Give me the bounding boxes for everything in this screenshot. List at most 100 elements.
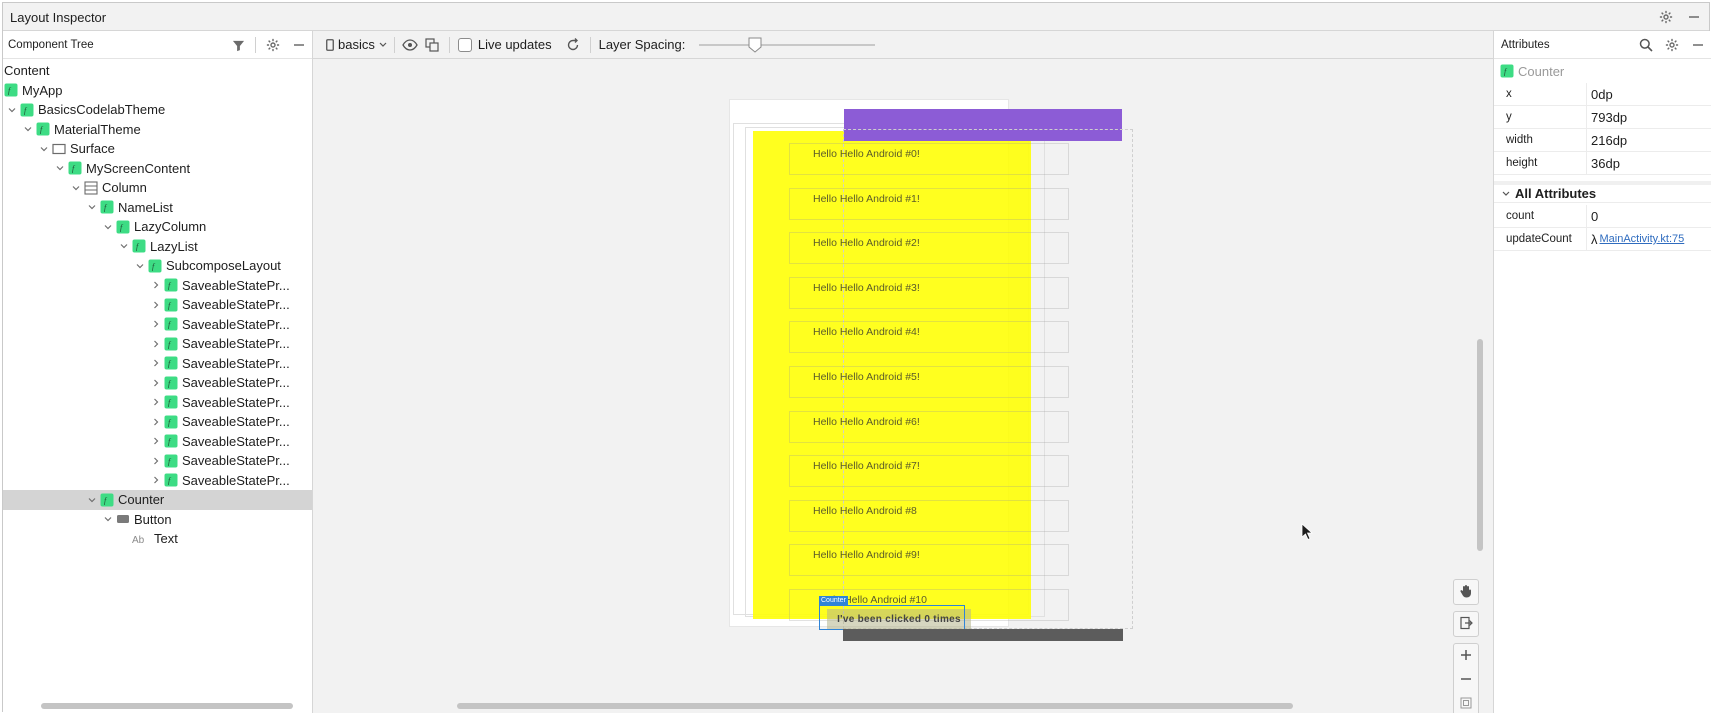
canvas-vertical-scrollbar[interactable] (1477, 339, 1483, 551)
all-attributes-table: count 0 updateCount λ MainActivity.kt:75 (1494, 205, 1711, 251)
source-link[interactable]: MainActivity.kt:75 (1600, 233, 1685, 245)
tree-horizontal-scrollbar[interactable] (41, 703, 293, 709)
tree-node[interactable]: Surface (3, 139, 312, 159)
attr-value: 216dp (1586, 129, 1711, 151)
tree-node[interactable]: f SaveableStatePr... (3, 412, 312, 432)
chevron-right-icon[interactable] (148, 336, 164, 352)
tree-node[interactable]: f SaveableStatePr... (3, 354, 312, 374)
zoom-in-button[interactable] (1454, 644, 1478, 668)
slider-track (699, 43, 876, 46)
tree-node[interactable]: f SaveableStatePr... (3, 295, 312, 315)
device-label: basics (338, 37, 375, 52)
live-updates-checkbox[interactable] (457, 37, 472, 52)
tree-node[interactable]: f SaveableStatePr... (3, 334, 312, 354)
chevron-right-icon[interactable] (148, 375, 164, 391)
chevron-down-icon[interactable] (132, 258, 148, 274)
zoom-out-button[interactable] (1454, 668, 1478, 692)
attributes-panel: Attributes f Counter x 0dp y 793dp width 216d… (1493, 31, 1711, 713)
chevron-down-icon[interactable] (84, 199, 100, 215)
bottom-bar-layer (843, 629, 1123, 641)
tree-node[interactable]: Ab Text (3, 529, 312, 549)
chevron-down-icon[interactable] (52, 160, 68, 176)
attr-row-width[interactable]: width 216dp (1494, 129, 1711, 152)
window-title: Layout Inspector (10, 10, 107, 25)
compose-function-icon: f (116, 220, 130, 234)
attr-row-x[interactable]: x 0dp (1494, 83, 1711, 106)
tree-node[interactable]: f NameList (3, 198, 312, 218)
tree-root[interactable]: Content (3, 61, 312, 81)
export-button[interactable] (1453, 611, 1479, 637)
chevron-down-icon[interactable] (100, 511, 116, 527)
chevron-right-icon[interactable] (148, 472, 164, 488)
list-item-text: Hello Hello Android #9! (813, 549, 920, 562)
attr-row-update-count[interactable]: updateCount λ MainActivity.kt:75 (1494, 228, 1711, 251)
slider-thumb[interactable] (748, 37, 762, 53)
zoom-to-fit-button[interactable] (1454, 692, 1478, 713)
tree-node[interactable]: f SaveableStatePr... (3, 315, 312, 335)
tree-node[interactable]: f SubcomposeLayout (3, 256, 312, 276)
all-attributes-header[interactable]: All Attributes (1494, 181, 1711, 203)
minimize-icon[interactable] (1685, 8, 1703, 26)
component-tree-panel: Component Tree Content f MyApp f BasicsCode… (3, 31, 313, 713)
eye-icon[interactable] (401, 36, 419, 54)
tree-node[interactable]: f SaveableStatePr... (3, 471, 312, 491)
chevron-right-icon[interactable] (148, 394, 164, 410)
tree-node[interactable]: f LazyColumn (3, 217, 312, 237)
live-updates-label[interactable]: Live updates (478, 37, 552, 52)
canvas-horizontal-scrollbar[interactable] (457, 703, 1293, 709)
chevron-right-icon[interactable] (148, 414, 164, 430)
gear-icon[interactable] (1663, 36, 1681, 54)
chevron-down-icon[interactable] (116, 238, 132, 254)
chevron-down-icon[interactable] (20, 121, 36, 137)
canvas-toolbar: basics Live updates Layer Spacing: (313, 31, 1493, 59)
tree-node[interactable]: f SaveableStatePr... (3, 393, 312, 413)
chevron-right-icon[interactable] (148, 453, 164, 469)
tree-node[interactable]: Button (3, 510, 312, 530)
device-canvas[interactable]: Hello Hello Android #0! Hello Hello Andro… (313, 59, 1493, 713)
tree-node[interactable]: f SaveableStatePr... (3, 373, 312, 393)
chevron-right-icon[interactable] (148, 297, 164, 313)
tree-node-label: SaveableStatePr... (182, 414, 290, 430)
filter-icon[interactable] (229, 36, 247, 54)
minimize-icon[interactable] (1689, 36, 1707, 54)
tree-node[interactable]: f SaveableStatePr... (3, 432, 312, 452)
chevron-right-icon[interactable] (148, 355, 164, 371)
chevron-down-icon[interactable] (68, 180, 84, 196)
search-icon[interactable] (1637, 36, 1655, 54)
surface-icon (52, 142, 66, 156)
tree-node[interactable]: f LazyList (3, 237, 312, 257)
pan-hand-button[interactable] (1453, 579, 1479, 605)
tree-node[interactable]: f Counter (3, 490, 312, 510)
attr-row-y[interactable]: y 793dp (1494, 106, 1711, 129)
tree-node[interactable]: f MyApp (3, 81, 312, 101)
attr-row-height[interactable]: height 36dp (1494, 152, 1711, 175)
tree-node[interactable]: f MyScreenContent (3, 159, 312, 179)
layer-spacing-label: Layer Spacing: (598, 37, 686, 52)
attr-value: 0 (1586, 205, 1711, 227)
tree-node-label: NameList (118, 199, 173, 215)
counter-selection-box[interactable] (819, 605, 965, 630)
tree-node[interactable]: f BasicsCodelabTheme (3, 100, 312, 120)
chevron-down-icon[interactable] (84, 492, 100, 508)
gear-icon[interactable] (1657, 8, 1675, 26)
layer-spacing-slider[interactable] (699, 37, 876, 53)
chevron-down-icon[interactable] (36, 141, 52, 157)
tree-node[interactable]: f SaveableStatePr... (3, 451, 312, 471)
chevron-right-icon[interactable] (148, 316, 164, 332)
attr-row-count[interactable]: count 0 (1494, 205, 1711, 228)
tree-node-label: Counter (118, 492, 165, 508)
chevron-right-icon[interactable] (148, 277, 164, 293)
attributes-header: Attributes (1494, 31, 1711, 59)
chevron-down-icon[interactable] (4, 102, 20, 118)
chevron-down-icon[interactable] (100, 219, 116, 235)
layers-icon[interactable] (423, 36, 441, 54)
tree-node-label: SaveableStatePr... (182, 316, 290, 332)
minimize-icon[interactable] (290, 36, 308, 54)
tree-node[interactable]: Column (3, 178, 312, 198)
device-selector[interactable]: basics (325, 36, 388, 54)
chevron-right-icon[interactable] (148, 433, 164, 449)
gear-icon[interactable] (264, 36, 282, 54)
tree-node[interactable]: f MaterialTheme (3, 120, 312, 140)
tree-node[interactable]: f SaveableStatePr... (3, 276, 312, 296)
refresh-icon[interactable] (564, 36, 582, 54)
